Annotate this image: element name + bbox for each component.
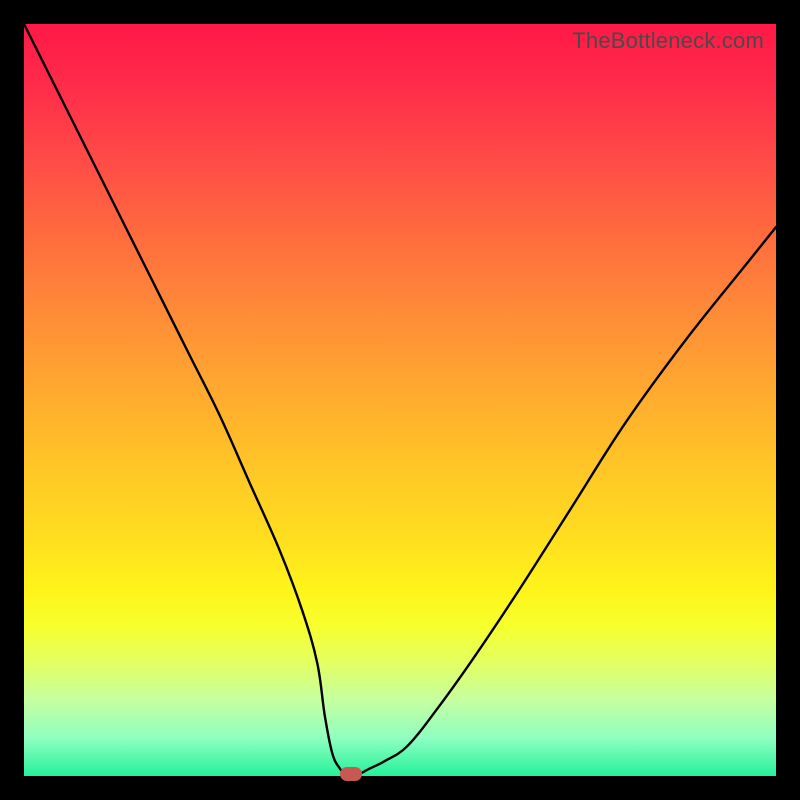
bottleneck-curve bbox=[24, 24, 776, 776]
watermark-text: TheBottleneck.com bbox=[572, 28, 764, 54]
optimal-point-marker bbox=[340, 767, 362, 781]
chart-area: TheBottleneck.com bbox=[24, 24, 776, 776]
